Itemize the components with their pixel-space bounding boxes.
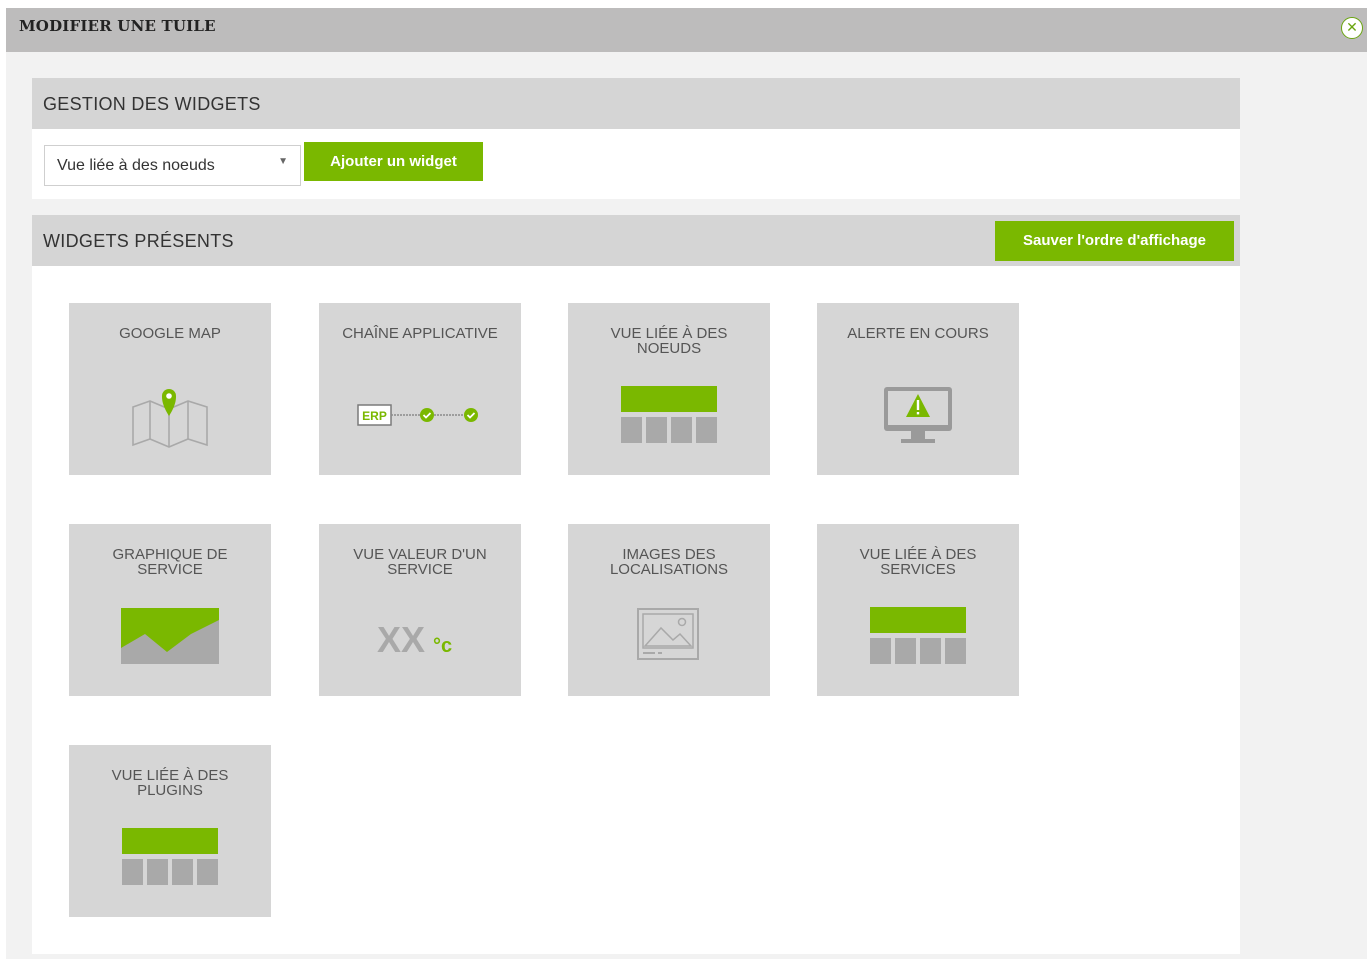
dropdown-arrow-icon: ▼ bbox=[278, 156, 288, 167]
edit-tile-dialog: MODIFIER UNE TUILE ✕ GESTION DES WIDGETS… bbox=[6, 8, 1367, 959]
tile-label: VUE VALEUR D'UN SERVICE bbox=[353, 546, 487, 578]
value-placeholder: XX bbox=[377, 619, 425, 660]
widget-management-panel: GESTION DES WIDGETS Vue liée à des noeud… bbox=[32, 78, 1240, 199]
widget-tile-service-view[interactable]: VUE LIÉE À DES SERVICES bbox=[817, 524, 1019, 696]
close-icon[interactable]: ✕ bbox=[1341, 17, 1363, 39]
tile-label: IMAGES DES LOCALISATIONS bbox=[609, 546, 729, 578]
area-chart-icon bbox=[121, 608, 219, 664]
widget-tile-plugin-view[interactable]: VUE LIÉE À DES PLUGINS bbox=[69, 745, 271, 917]
tile-label: VUE LIÉE À DES PLUGINS bbox=[111, 767, 229, 799]
save-display-order-button[interactable]: Sauver l'ordre d'affichage bbox=[995, 221, 1234, 261]
present-widgets-panel: WIDGETS PRÉSENTS Sauver l'ordre d'affich… bbox=[32, 215, 1240, 954]
map-pin-icon bbox=[132, 389, 208, 448]
dialog-title: MODIFIER UNE TUILE bbox=[19, 17, 216, 35]
widget-tile-service-chart[interactable]: GRAPHIQUE DE SERVICE bbox=[69, 524, 271, 696]
tile-label: VUE LIÉE À DES SERVICES bbox=[859, 546, 977, 578]
widget-type-select-value: Vue liée à des noeuds bbox=[57, 157, 215, 174]
unit-label: °c bbox=[433, 635, 452, 657]
widget-tile-location-images[interactable]: IMAGES DES LOCALISATIONS bbox=[568, 524, 770, 696]
table-view-icon bbox=[122, 828, 218, 885]
widget-tile-google-map[interactable]: GOOGLE MAP bbox=[69, 303, 271, 475]
widget-tile-current-alert[interactable]: ALERTE EN COURS bbox=[817, 303, 1019, 475]
widget-tile-application-chain[interactable]: CHAÎNE APPLICATIVE ERP bbox=[319, 303, 521, 475]
add-widget-button[interactable]: Ajouter un widget bbox=[304, 142, 483, 181]
widget-type-select[interactable]: Vue liée à des noeuds ▼ bbox=[44, 145, 301, 186]
panel-title: GESTION DES WIDGETS bbox=[43, 94, 261, 114]
widget-tile-node-view[interactable]: VUE LIÉE À DES NOEUDS bbox=[568, 303, 770, 475]
tile-label: VUE LIÉE À DES NOEUDS bbox=[610, 325, 728, 357]
panel-header: WIDGETS PRÉSENTS Sauver l'ordre d'affich… bbox=[32, 215, 1240, 266]
image-icon bbox=[637, 608, 699, 660]
panel-header: GESTION DES WIDGETS bbox=[32, 78, 1240, 129]
tile-label: ALERTE EN COURS bbox=[847, 325, 989, 342]
tile-label: GOOGLE MAP bbox=[119, 325, 221, 342]
tile-label: GRAPHIQUE DE SERVICE bbox=[112, 546, 228, 578]
panel-title: WIDGETS PRÉSENTS bbox=[43, 231, 234, 251]
erp-chain-icon: ERP bbox=[357, 404, 478, 426]
value-icon: XX °c bbox=[377, 619, 452, 660]
dialog-titlebar: MODIFIER UNE TUILE ✕ bbox=[6, 8, 1367, 52]
table-view-icon bbox=[621, 386, 717, 443]
tile-label: CHAÎNE APPLICATIVE bbox=[342, 325, 498, 342]
erp-label: ERP bbox=[362, 409, 387, 423]
widget-tile-service-value[interactable]: VUE VALEUR D'UN SERVICE XX °c bbox=[319, 524, 521, 696]
table-view-icon bbox=[870, 607, 966, 664]
monitor-alert-icon bbox=[884, 387, 952, 443]
